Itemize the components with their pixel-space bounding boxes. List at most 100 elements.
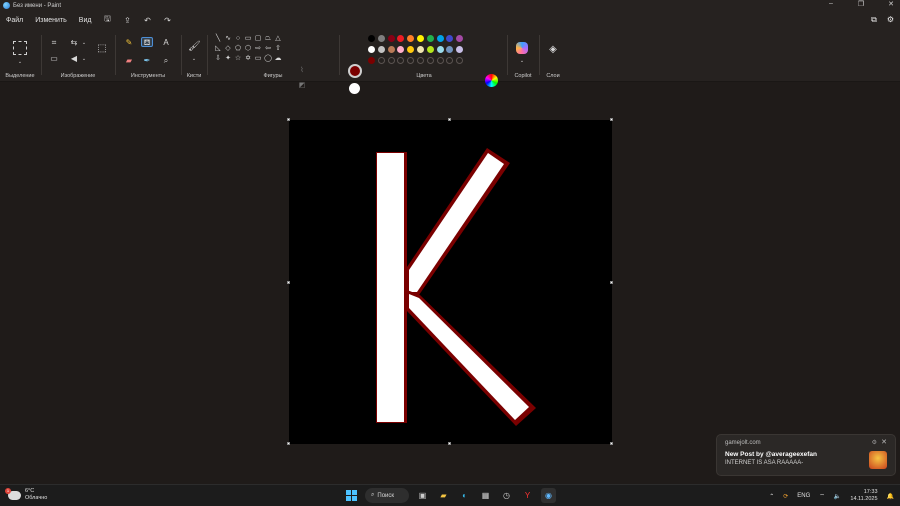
menu-view[interactable]: Вид — [73, 17, 98, 24]
oval-shape-icon[interactable]: ○ — [233, 34, 243, 44]
text-icon[interactable]: A — [160, 38, 172, 48]
pencil-icon[interactable]: ✎ — [123, 38, 135, 48]
clock[interactable]: 17:33 14.11.2025 — [850, 489, 877, 503]
resize-handle-bottom[interactable] — [448, 442, 451, 445]
layers-icon[interactable]: ◈ — [547, 45, 559, 55]
start-button[interactable] — [344, 488, 359, 503]
brush-icon[interactable]: 🖌 — [188, 42, 201, 52]
open-icon[interactable]: ⇪ — [121, 14, 133, 26]
custom-color-slot[interactable] — [446, 57, 454, 64]
notifications-icon[interactable]: 🔔 — [887, 493, 894, 500]
chevron-down-icon[interactable]: ⌄ — [14, 57, 26, 67]
notification-toast[interactable]: gamejolt.com ⚙ ✕ New Post by @averageexe… — [716, 434, 896, 476]
image-select-icon[interactable]: ⬚ — [96, 44, 108, 54]
line-shape-icon[interactable]: ╲ — [213, 34, 223, 44]
color-swatch[interactable] — [387, 35, 395, 42]
yandex-browser-icon[interactable]: Y — [520, 488, 535, 503]
task-view-icon[interactable]: ▣ — [415, 488, 430, 503]
chevron-down-icon[interactable]: ⌄ — [516, 56, 528, 66]
share-icon[interactable]: ⧉ — [871, 15, 877, 25]
resize-handle-right[interactable] — [610, 281, 613, 284]
sync-icon[interactable]: ⟳ — [783, 493, 788, 500]
undo-icon[interactable]: ↶ — [141, 14, 153, 26]
maximize-icon[interactable]: ❐ — [856, 0, 866, 8]
chevron-up-icon[interactable]: ⌃ — [769, 493, 774, 500]
custom-color-slot[interactable] — [387, 57, 395, 64]
close-icon[interactable]: ✕ — [886, 0, 896, 8]
color-swatch[interactable] — [436, 35, 444, 42]
chevron-down-icon[interactable]: ⌄ — [188, 54, 200, 64]
cloud-shape-icon[interactable]: ☁ — [273, 54, 283, 64]
right-triangle-shape-icon[interactable]: ◺ — [213, 44, 223, 54]
color-swatch[interactable] — [446, 46, 454, 53]
arrow-right-shape-icon[interactable]: ⇨ — [253, 44, 263, 54]
chevron-down-icon[interactable]: ⌄ — [78, 38, 90, 48]
resize-handle-bottom-right[interactable] — [610, 442, 613, 445]
redo-icon[interactable]: ↷ — [161, 14, 173, 26]
taskbar-search[interactable]: ⌕ Поиск — [365, 488, 409, 503]
save-icon[interactable]: 🖫 — [101, 14, 113, 26]
minimize-icon[interactable]: – — [826, 0, 836, 8]
rotate-icon[interactable]: ▭ — [48, 54, 60, 64]
star6-shape-icon[interactable]: ✡ — [243, 54, 253, 64]
drawing-canvas[interactable] — [289, 120, 612, 444]
custom-color-slot[interactable] — [426, 57, 434, 64]
color-swatch[interactable] — [407, 35, 415, 42]
custom-color-slot[interactable] — [377, 57, 385, 64]
callout-rect-shape-icon[interactable]: ▭ — [253, 54, 263, 64]
fill-bucket-icon[interactable]: ⛾ — [141, 37, 153, 47]
volume-icon[interactable]: 🔈 — [834, 493, 841, 500]
color-swatch[interactable] — [368, 46, 375, 53]
resize-handle-top-right[interactable] — [610, 118, 613, 121]
diamond-shape-icon[interactable]: ◇ — [223, 44, 233, 54]
magnifier-icon[interactable]: ⌕ — [160, 56, 172, 66]
more-options-icon[interactable]: ⚙ — [872, 439, 877, 446]
fill-icon[interactable]: ◩ — [296, 81, 308, 91]
file-explorer-icon[interactable]: ▰ — [436, 488, 451, 503]
edit-colors-icon[interactable] — [485, 74, 498, 87]
color-swatch[interactable] — [426, 35, 434, 42]
color-swatch[interactable] — [426, 46, 434, 53]
outline-icon[interactable]: ⌇ — [296, 66, 308, 76]
rounded-rectangle-shape-icon[interactable]: ▢ — [253, 34, 263, 44]
arrow-up-shape-icon[interactable]: ⇧ — [273, 44, 283, 54]
crop-icon[interactable]: ⌗ — [48, 38, 60, 48]
custom-color-slot[interactable] — [397, 57, 405, 64]
color-swatch[interactable] — [416, 35, 424, 42]
copilot-icon[interactable] — [516, 42, 528, 54]
rectangle-shape-icon[interactable]: ▭ — [243, 34, 253, 44]
store-icon[interactable]: ▦ — [478, 488, 493, 503]
color-swatch[interactable] — [397, 35, 405, 42]
primary-color-swatch[interactable] — [348, 64, 362, 78]
callout-oval-shape-icon[interactable]: ◯ — [263, 54, 273, 64]
select-icon[interactable] — [13, 41, 27, 55]
curve-shape-icon[interactable]: ∿ — [223, 34, 233, 44]
menu-edit[interactable]: Изменить — [29, 17, 73, 24]
color-swatch[interactable] — [377, 46, 385, 53]
close-icon[interactable]: ✕ — [881, 438, 887, 446]
arrow-left-shape-icon[interactable]: ⇦ — [263, 44, 273, 54]
color-picker-icon[interactable]: ✒ — [141, 56, 153, 66]
color-swatch[interactable] — [387, 46, 395, 53]
custom-color-slot[interactable] — [416, 57, 424, 64]
secondary-color-swatch[interactable] — [349, 83, 360, 94]
settings-icon[interactable]: ⚙ — [887, 15, 894, 25]
color-swatch[interactable] — [407, 46, 415, 53]
resize-handle-left[interactable] — [287, 281, 290, 284]
color-swatch[interactable] — [416, 46, 424, 53]
hexagon-shape-icon[interactable]: ⬡ — [243, 44, 253, 54]
clock-app-icon[interactable]: ◷ — [499, 488, 514, 503]
color-swatch[interactable] — [377, 35, 385, 42]
eraser-icon[interactable]: ▰ — [123, 56, 135, 66]
color-swatch[interactable] — [368, 57, 375, 64]
menu-file[interactable]: Файл — [0, 17, 29, 24]
wifi-icon[interactable]: ⌔ — [819, 492, 825, 500]
weather-widget[interactable]: 1 6°C Облачно — [5, 487, 47, 502]
color-swatch[interactable] — [397, 46, 405, 53]
pentagon-shape-icon[interactable]: ⬠ — [233, 44, 243, 54]
language-indicator[interactable]: ENG — [797, 493, 810, 499]
arrow-down-shape-icon[interactable]: ⇩ — [213, 54, 223, 64]
custom-color-slot[interactable] — [456, 57, 464, 64]
color-swatch[interactable] — [456, 35, 464, 42]
resize-handle-top-left[interactable] — [287, 118, 290, 121]
